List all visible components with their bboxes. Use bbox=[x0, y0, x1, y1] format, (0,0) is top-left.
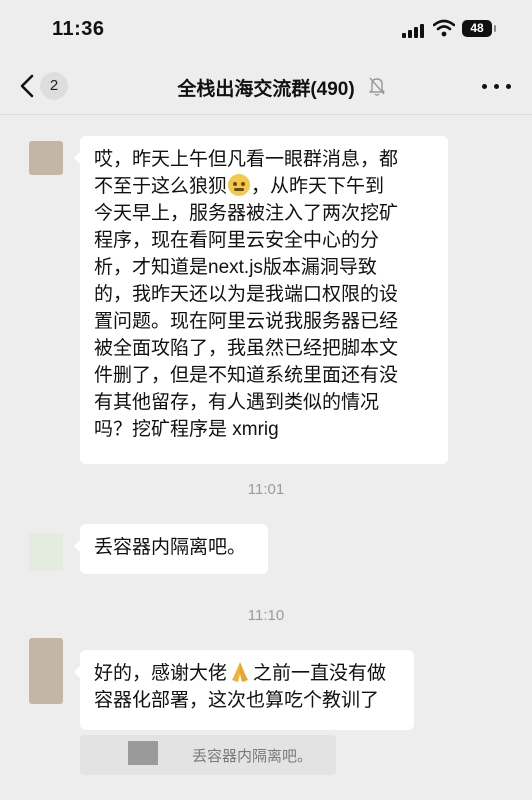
message-bubble[interactable]: 好的，感谢大佬 之前一直没有做 容器化部署，这次也算吃个教训了 bbox=[74, 650, 414, 730]
message-line: 容器化部署，这次也算吃个教训了 bbox=[94, 690, 380, 711]
battery-indicator: 48 bbox=[462, 20, 496, 37]
message-bubble[interactable]: 丢容器内隔离吧。 bbox=[74, 524, 268, 574]
message-line: 丢容器内隔离吧。 bbox=[94, 537, 247, 558]
timestamp: 11:01 bbox=[247, 481, 285, 498]
quoted-message[interactable]: 丢容器内隔离吧。 bbox=[80, 735, 336, 775]
avatar[interactable] bbox=[29, 638, 63, 704]
avatar[interactable] bbox=[29, 533, 63, 571]
message-line: 好的，感谢大佬 之前一直没有做 bbox=[94, 660, 400, 687]
message-line: 有其他留存，有人遇到类似的情况 bbox=[94, 392, 380, 413]
chat-title[interactable]: 全栈出海交流群(490) bbox=[0, 74, 532, 101]
bell-slash-icon bbox=[369, 77, 385, 96]
more-dots-icon[interactable] bbox=[482, 84, 512, 90]
message-line: 被全面攻陷了，我虽然已经把脚本文 bbox=[94, 338, 399, 359]
timestamp: 11:10 bbox=[247, 607, 285, 624]
message-line: 吗？挖矿程序是 xmrig bbox=[94, 419, 279, 440]
message-line: 置问题。现在阿里云说我服务器已经 bbox=[94, 311, 399, 332]
status-time: 11:36 bbox=[52, 18, 105, 40]
avatar[interactable] bbox=[29, 141, 63, 175]
wifi-icon bbox=[433, 19, 455, 37]
quote-text: 丢容器内隔离吧。 bbox=[192, 748, 313, 765]
message-line: 件删了，但是不知道系统里面还有没 bbox=[94, 365, 399, 386]
message-line: 的，我昨天还以为是我端口权限的设 bbox=[94, 284, 399, 305]
message-line: 今天早上，服务器被注入了两次挖矿 bbox=[94, 203, 399, 224]
chat-header: 2 全栈出海交流群(490) bbox=[0, 58, 532, 115]
message-bubble[interactable]: 哎，昨天上午但凡看一眼群消息，都 不至于这么狼狈 ，从昨天下午到 今天早上，服务器… bbox=[74, 136, 448, 464]
message-line: 哎，昨天上午但凡看一眼群消息，都 bbox=[94, 149, 399, 170]
signal-icon bbox=[402, 22, 428, 38]
pray-emoji-icon bbox=[232, 662, 249, 682]
message-line: 程序，现在看阿里云安全中心的分 bbox=[94, 230, 380, 251]
quote-thumbnail bbox=[128, 741, 158, 765]
status-bar: 11:36 48 bbox=[0, 0, 532, 58]
grimace-emoji-icon bbox=[228, 174, 251, 196]
message-line: 析，才知道是next.js版本漏洞导致 bbox=[94, 257, 377, 278]
message-line: 不至于这么狼狈 ，从昨天下午到 bbox=[94, 174, 385, 197]
